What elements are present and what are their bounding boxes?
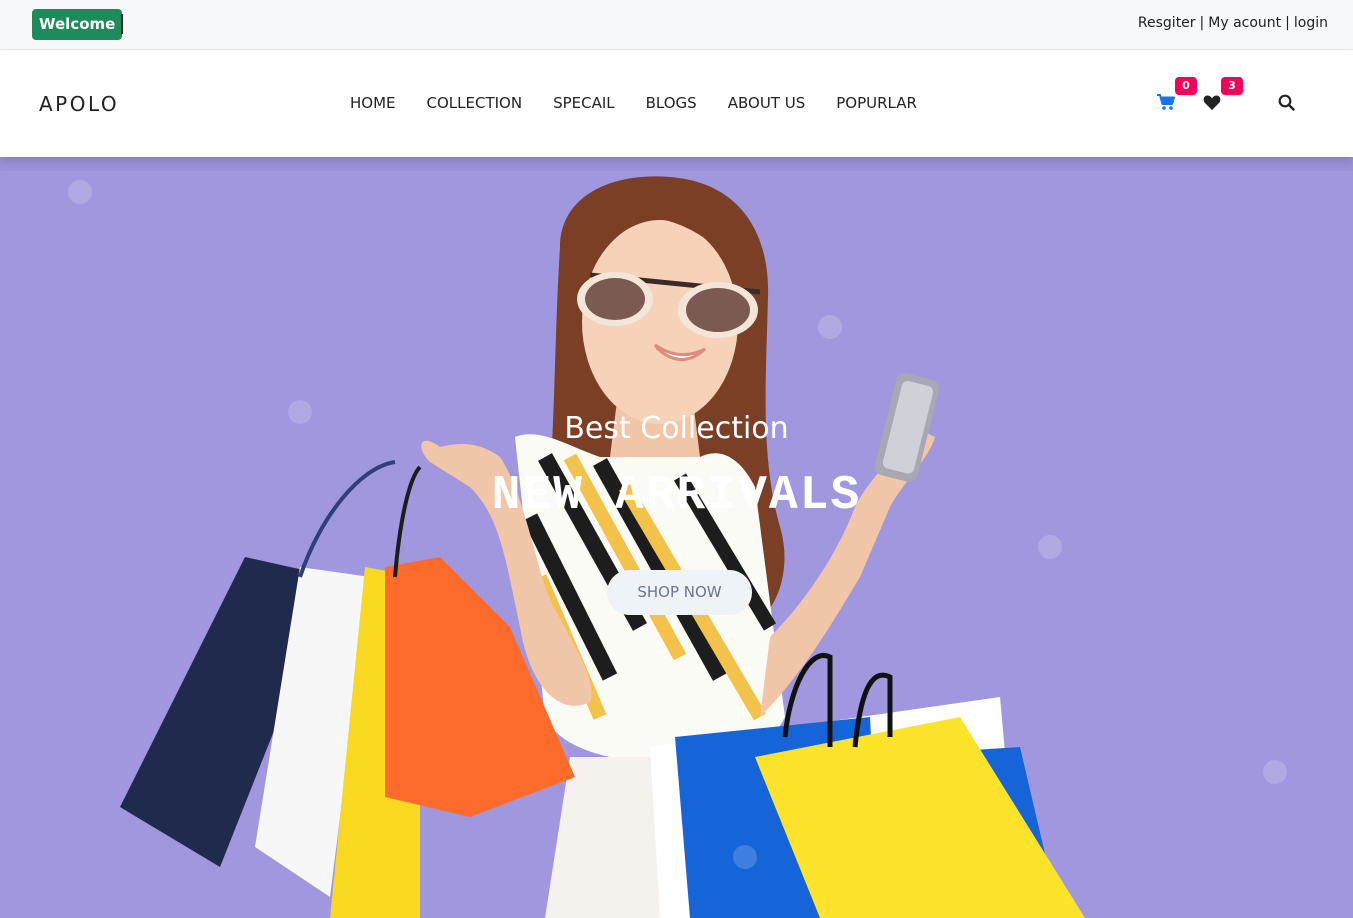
text-caret [121,14,123,34]
hero-banner: Best Collection NEW ARRIVALS SHOP NOW [0,157,1353,918]
welcome-badge: Welcome [32,9,123,40]
hero-subtitle: Best Collection [564,411,789,446]
main-header: APOLO HOME COLLECTION SPECAIL BLOGS ABOU… [0,51,1353,157]
main-nav: HOME COLLECTION SPECAIL BLOGS ABOUT US P… [350,94,917,112]
shop-now-button[interactable]: SHOP NOW [607,570,752,615]
link-separator: | [1285,15,1290,31]
my-account-link[interactable]: My acount [1208,15,1281,31]
link-separator: | [1199,15,1205,31]
nav-item-popular[interactable]: POPURLAR [836,94,917,112]
cart-count-badge: 0 [1175,77,1197,95]
account-links: Resgiter | My acount | login [1138,15,1328,31]
brand-logo[interactable]: APOLO [39,92,119,116]
nav-item-collection[interactable]: COLLECTION [427,94,523,112]
search-icon[interactable] [1278,94,1295,111]
nav-item-home[interactable]: HOME [350,94,396,112]
heart-icon[interactable] [1203,94,1221,111]
nav-item-about-us[interactable]: ABOUT US [728,94,806,112]
login-link[interactable]: login [1294,15,1328,31]
nav-item-special[interactable]: SPECAIL [553,94,615,112]
wishlist-count-badge: 3 [1221,77,1243,95]
hero-title: NEW ARRIVALS [491,469,862,523]
register-link[interactable]: Resgiter [1138,15,1196,31]
hero-image [0,157,1353,918]
shopping-cart-icon[interactable] [1156,93,1176,111]
top-bar: Welcome Resgiter | My acount | login [0,0,1353,50]
nav-item-blogs[interactable]: BLOGS [646,94,697,112]
